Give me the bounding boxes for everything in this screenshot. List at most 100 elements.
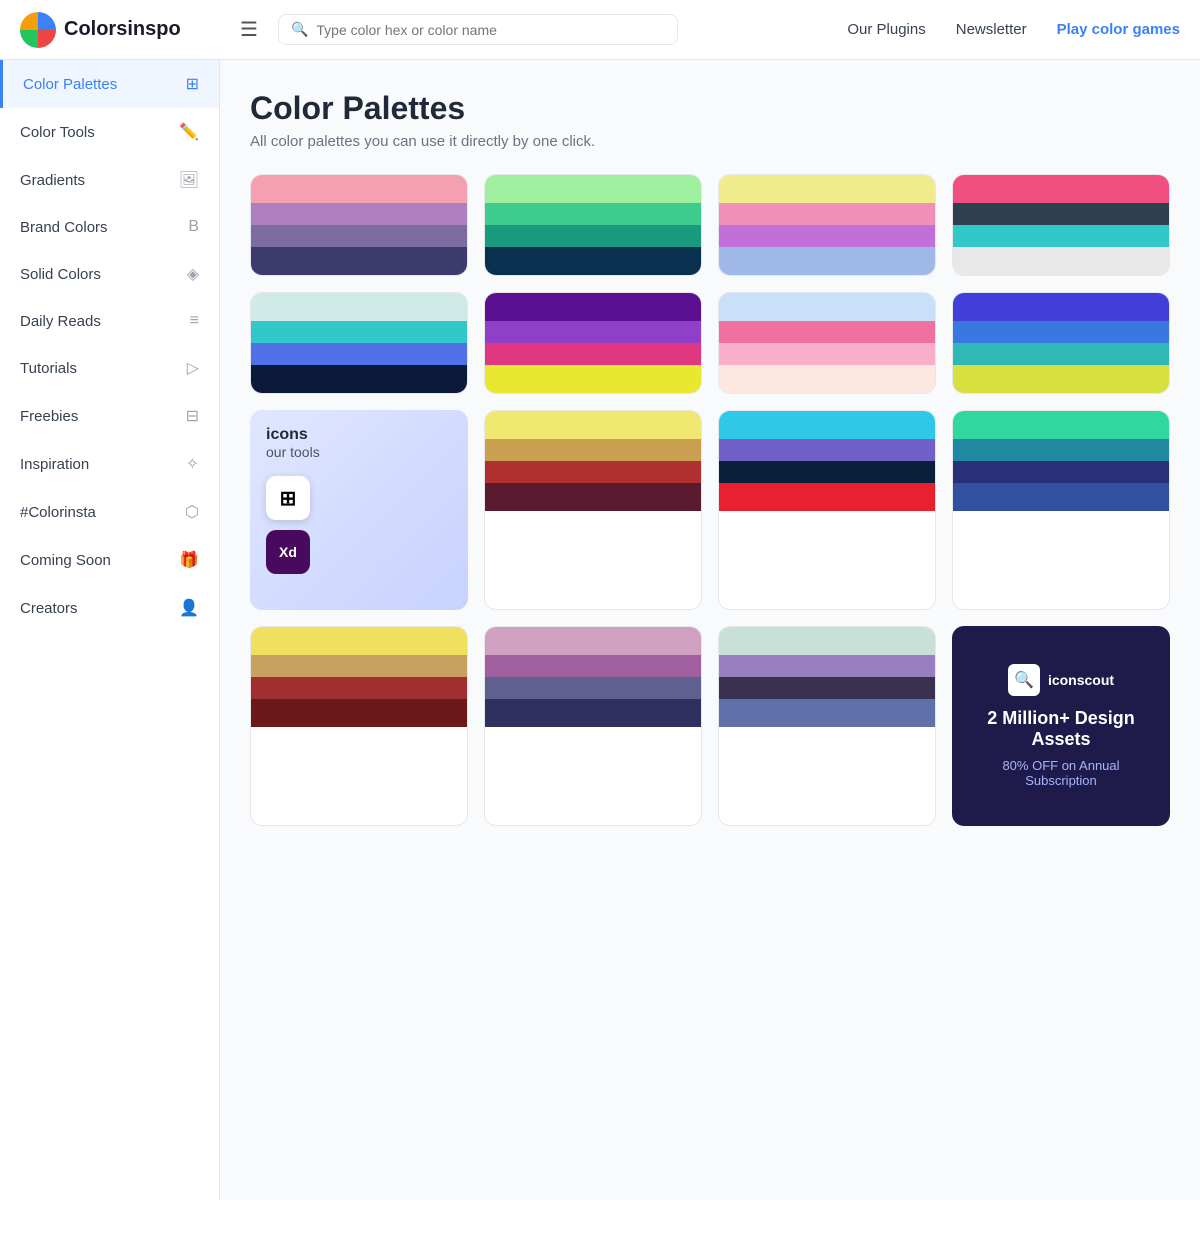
sidebar-item-label: Freebies — [20, 408, 78, 425]
palette-card[interactable] — [484, 292, 702, 394]
color-swatch — [719, 321, 935, 343]
palette-card[interactable] — [718, 626, 936, 826]
search-icon: 🔍 — [291, 21, 308, 38]
color-swatch — [485, 175, 701, 203]
color-swatch — [953, 343, 1169, 365]
sidebar-item-label: Brand Colors — [20, 219, 108, 236]
color-swatch — [485, 321, 701, 343]
color-swatch — [719, 203, 935, 225]
iconscout-logo: 🔍 — [1008, 664, 1040, 696]
plugin-card[interactable]: icons our tools ⊞ Xd — [250, 410, 468, 610]
search-input[interactable] — [316, 22, 665, 38]
color-swatch — [485, 203, 701, 225]
color-strip — [251, 627, 467, 727]
nav-newsletter-link[interactable]: Newsletter — [956, 21, 1027, 38]
color-swatch — [251, 175, 467, 203]
palette-card[interactable] — [484, 174, 702, 276]
palette-card[interactable] — [718, 174, 936, 276]
color-swatch — [251, 365, 467, 393]
sidebar-item-color-tools[interactable]: Color Tools ✏️ — [0, 108, 219, 156]
color-swatch — [251, 321, 467, 343]
color-swatch — [485, 225, 701, 247]
nav-play-link[interactable]: Play color games — [1057, 21, 1180, 38]
sidebar-item-freebies[interactable]: Freebies ⊟ — [0, 392, 219, 440]
logo-text: Colorsinspo — [64, 18, 181, 41]
sidebar-icon-inspiration: ✧ — [186, 454, 199, 474]
color-swatch — [719, 293, 935, 321]
sidebar-item-brand-colors[interactable]: Brand Colors B — [0, 204, 219, 250]
sidebar-icon-tutorials: ▷ — [187, 358, 199, 378]
color-swatch — [953, 203, 1169, 225]
plugin-icons-list: ⊞ Xd — [266, 476, 452, 574]
hamburger-icon[interactable]: ☰ — [240, 17, 258, 42]
page-subtitle: All color palettes you can use it direct… — [250, 133, 1170, 150]
sidebar-item-daily-reads[interactable]: Daily Reads ≡ — [0, 298, 219, 344]
palette-card[interactable] — [250, 626, 468, 826]
sidebar-item-label: Daily Reads — [20, 313, 101, 330]
search-bar: 🔍 — [278, 14, 678, 45]
color-strip — [485, 293, 701, 393]
sidebar-item-label: Color Palettes — [23, 76, 117, 93]
logo-icon — [20, 12, 56, 48]
sidebar-item-creators[interactable]: Creators 👤 — [0, 584, 219, 632]
sidebar-icon-freebies: ⊟ — [186, 406, 199, 426]
color-swatch — [485, 655, 701, 677]
sidebar-icon-brand-colors: B — [188, 218, 199, 236]
color-swatch — [251, 203, 467, 225]
color-swatch — [719, 225, 935, 247]
sidebar-item-tutorials[interactable]: Tutorials ▷ — [0, 344, 219, 392]
sidebar: Color Palettes ⊞ Color Tools ✏️ Gradient… — [0, 60, 220, 1200]
logo-area: Colorsinspo — [20, 12, 220, 48]
sidebar-item-solid-colors[interactable]: Solid Colors ◈ — [0, 250, 219, 298]
sidebar-item-inspiration[interactable]: Inspiration ✧ — [0, 440, 219, 488]
color-swatch — [953, 483, 1169, 511]
sidebar-item-label: Color Tools — [20, 124, 95, 141]
color-strip — [251, 175, 467, 275]
color-swatch — [485, 677, 701, 699]
sidebar-item-gradients[interactable]: Gradients 🖼 — [0, 156, 219, 204]
color-swatch — [251, 677, 467, 699]
sidebar-icon-daily-reads: ≡ — [190, 312, 199, 330]
palette-card[interactable] — [250, 292, 468, 394]
sidebar-icon-solid-colors: ◈ — [187, 264, 199, 284]
palette-card[interactable] — [250, 174, 468, 276]
color-strip — [485, 411, 701, 511]
color-strip — [251, 293, 467, 393]
sidebar-item-color-palettes[interactable]: Color Palettes ⊞ — [0, 60, 219, 108]
palette-card[interactable] — [718, 410, 936, 610]
sidebar-icon-gradients: 🖼 — [179, 170, 199, 190]
palette-card[interactable] — [484, 410, 702, 610]
sidebar-item-colorinsta[interactable]: #Colorinsta ⬡ — [0, 488, 219, 536]
sidebar-item-label: Gradients — [20, 172, 85, 189]
color-swatch — [719, 247, 935, 275]
palette-card[interactable] — [718, 292, 936, 394]
color-swatch — [719, 411, 935, 439]
color-swatch — [719, 483, 935, 511]
main-content: Color Palettes All color palettes you ca… — [220, 60, 1200, 1200]
plugin-icons-label: icons — [266, 426, 452, 444]
sidebar-item-coming-soon[interactable]: Coming Soon 🎁 — [0, 536, 219, 584]
color-strip — [719, 175, 935, 275]
palette-card[interactable] — [952, 410, 1170, 610]
color-strip — [953, 411, 1169, 511]
sidebar-item-label: Inspiration — [20, 456, 89, 473]
palette-card[interactable] — [952, 292, 1170, 394]
sidebar-item-label: Tutorials — [20, 360, 77, 377]
page-title: Color Palettes — [250, 90, 1170, 127]
ad-card[interactable]: 🔍 iconscout 2 Million+ Design Assets 80%… — [952, 626, 1170, 826]
sidebar-icon-coming-soon: 🎁 — [179, 550, 199, 570]
color-swatch — [485, 365, 701, 393]
sidebar-icon-color-palettes: ⊞ — [186, 74, 199, 94]
palette-card[interactable] — [484, 626, 702, 826]
color-swatch — [485, 483, 701, 511]
color-swatch — [485, 411, 701, 439]
color-swatch — [485, 247, 701, 275]
color-swatch — [251, 225, 467, 247]
palette-card[interactable] — [952, 174, 1170, 276]
color-swatch — [485, 627, 701, 655]
nav-plugins-link[interactable]: Our Plugins — [847, 21, 925, 38]
sidebar-item-label: Creators — [20, 600, 78, 617]
color-swatch — [719, 699, 935, 727]
color-swatch — [485, 343, 701, 365]
sidebar-item-label: Solid Colors — [20, 266, 101, 283]
